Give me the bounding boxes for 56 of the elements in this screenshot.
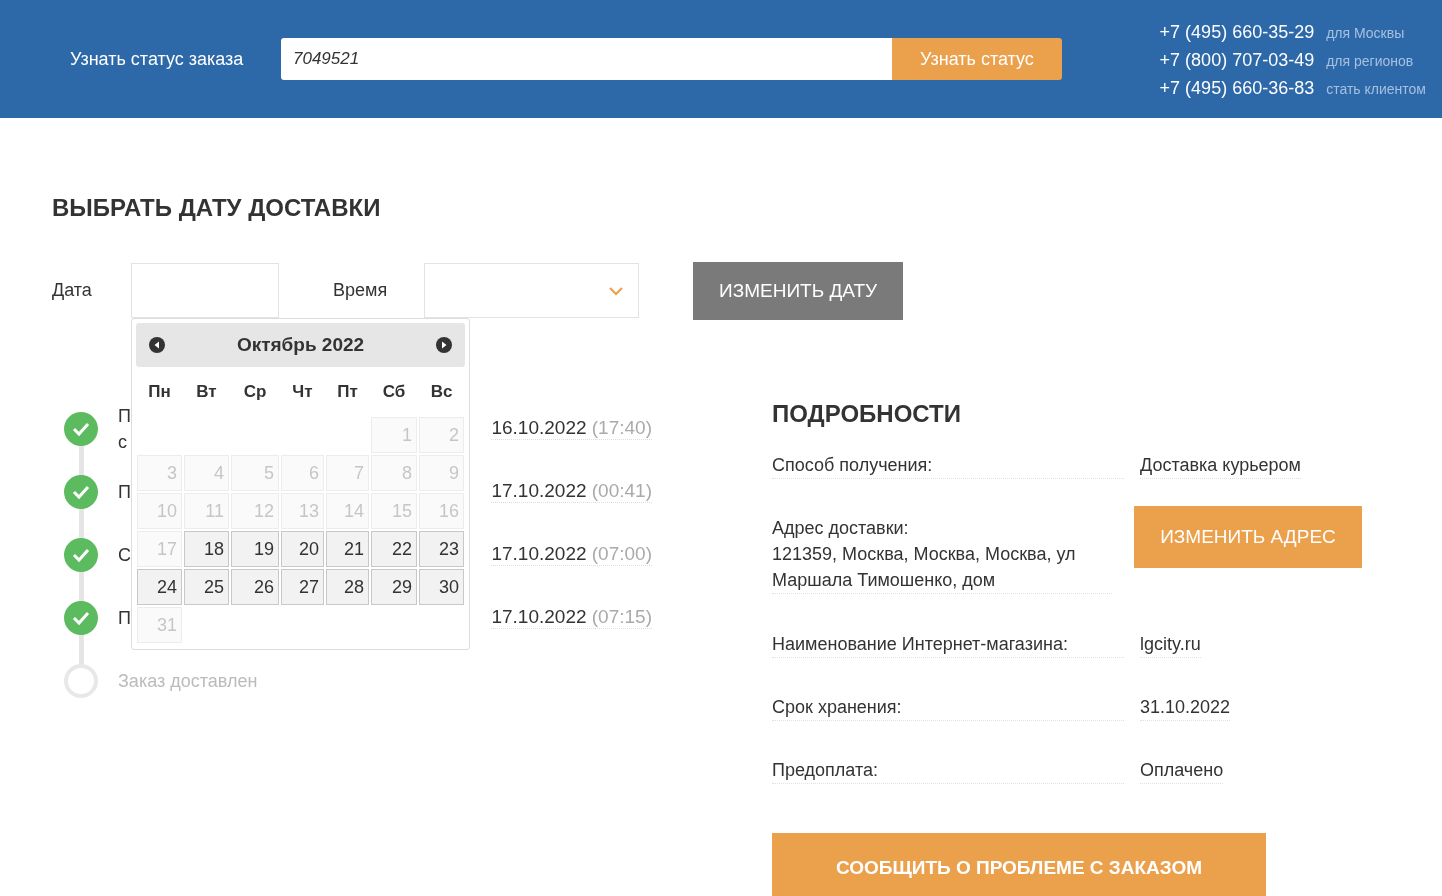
address-text: Адрес доставки: 121359, Москва, Москва, Москва, ул Маршала Тимошенко, дом — [772, 515, 1112, 594]
weekday-label: Чт — [291, 381, 314, 403]
status-text: П с — [118, 404, 131, 454]
calendar-day[interactable]: 22 — [371, 531, 417, 567]
detail-value: 31.10.2022 — [1140, 694, 1231, 721]
phone-number[interactable]: +7 (495) 660-35-29 — [1159, 21, 1315, 43]
date-label: Дата — [52, 280, 93, 301]
chevron-down-icon — [608, 285, 625, 296]
calendar-day[interactable]: 21 — [326, 531, 369, 567]
status-text: П — [118, 606, 131, 630]
status-text: С — [118, 543, 131, 567]
status-text: П — [118, 480, 131, 504]
date-field[interactable] — [131, 263, 279, 318]
detail-label: Срок хранения: — [772, 694, 1124, 721]
detail-value: Доставка курьером — [1140, 452, 1301, 479]
phone-number[interactable]: +7 (800) 707-03-49 — [1159, 49, 1315, 71]
order-number-field[interactable]: 7049521 — [281, 38, 892, 80]
status-date: 17.10.2022 (07:00) — [491, 543, 652, 566]
detail-label: Наименование Интернет-магазина: — [772, 631, 1124, 658]
order-status-label: Узнать статус заказа — [70, 48, 245, 70]
phone-number[interactable]: +7 (495) 660-36-83 — [1159, 77, 1315, 99]
weekday-label: Вс — [429, 381, 454, 403]
calendar-day[interactable]: 26 — [231, 569, 279, 605]
phone-note: стать клиентом — [1326, 80, 1426, 97]
calendar-day[interactable]: 20 — [281, 531, 324, 567]
detail-label: Способ получения: — [772, 452, 1124, 479]
calendar-day[interactable]: 24 — [137, 569, 182, 605]
status-date: 17.10.2022 (07:15) — [491, 606, 652, 629]
calendar-day[interactable]: 19 — [231, 531, 279, 567]
detail-value: Оплачено — [1140, 757, 1224, 784]
calendar-day[interactable]: 25 — [184, 569, 229, 605]
weekday-label: Вт — [195, 381, 218, 403]
status-date: 17.10.2022 (00:41) — [491, 480, 652, 503]
next-month-icon[interactable] — [436, 337, 452, 353]
time-label: Время — [333, 280, 388, 301]
calendar-day[interactable]: 28 — [326, 569, 369, 605]
phone-note: для регионов — [1326, 52, 1414, 69]
change-date-button[interactable]: ИЗМЕНИТЬ ДАТУ — [693, 261, 904, 320]
section-title: ВЫБРАТЬ ДАТУ ДОСТАВКИ — [52, 194, 382, 222]
previous-month-icon[interactable] — [149, 337, 165, 353]
weekday-label: Ср — [242, 381, 268, 403]
detail-value: lgcity.ru — [1140, 631, 1201, 658]
calendar-day[interactable]: 29 — [371, 569, 417, 605]
status-text: Заказ доставлен — [118, 669, 258, 693]
calendar-day[interactable]: 27 — [281, 569, 324, 605]
calendar-day[interactable]: 23 — [419, 531, 464, 567]
calendar-day[interactable]: 30 — [419, 569, 464, 605]
calendar-day[interactable]: 18 — [184, 531, 229, 567]
weekday-label: Сб — [381, 381, 407, 403]
detail-label: Предоплата: — [772, 757, 1124, 784]
status-date: 16.10.2022 (17:40) — [491, 417, 652, 440]
phone-note: для Москвы — [1326, 24, 1405, 41]
month-title: Октябрь 2022 — [236, 334, 365, 356]
weekday-label: Пт — [336, 381, 359, 403]
details-title: ПОДРОБНОСТИ — [772, 400, 962, 428]
weekday-label: Пн — [147, 381, 172, 403]
